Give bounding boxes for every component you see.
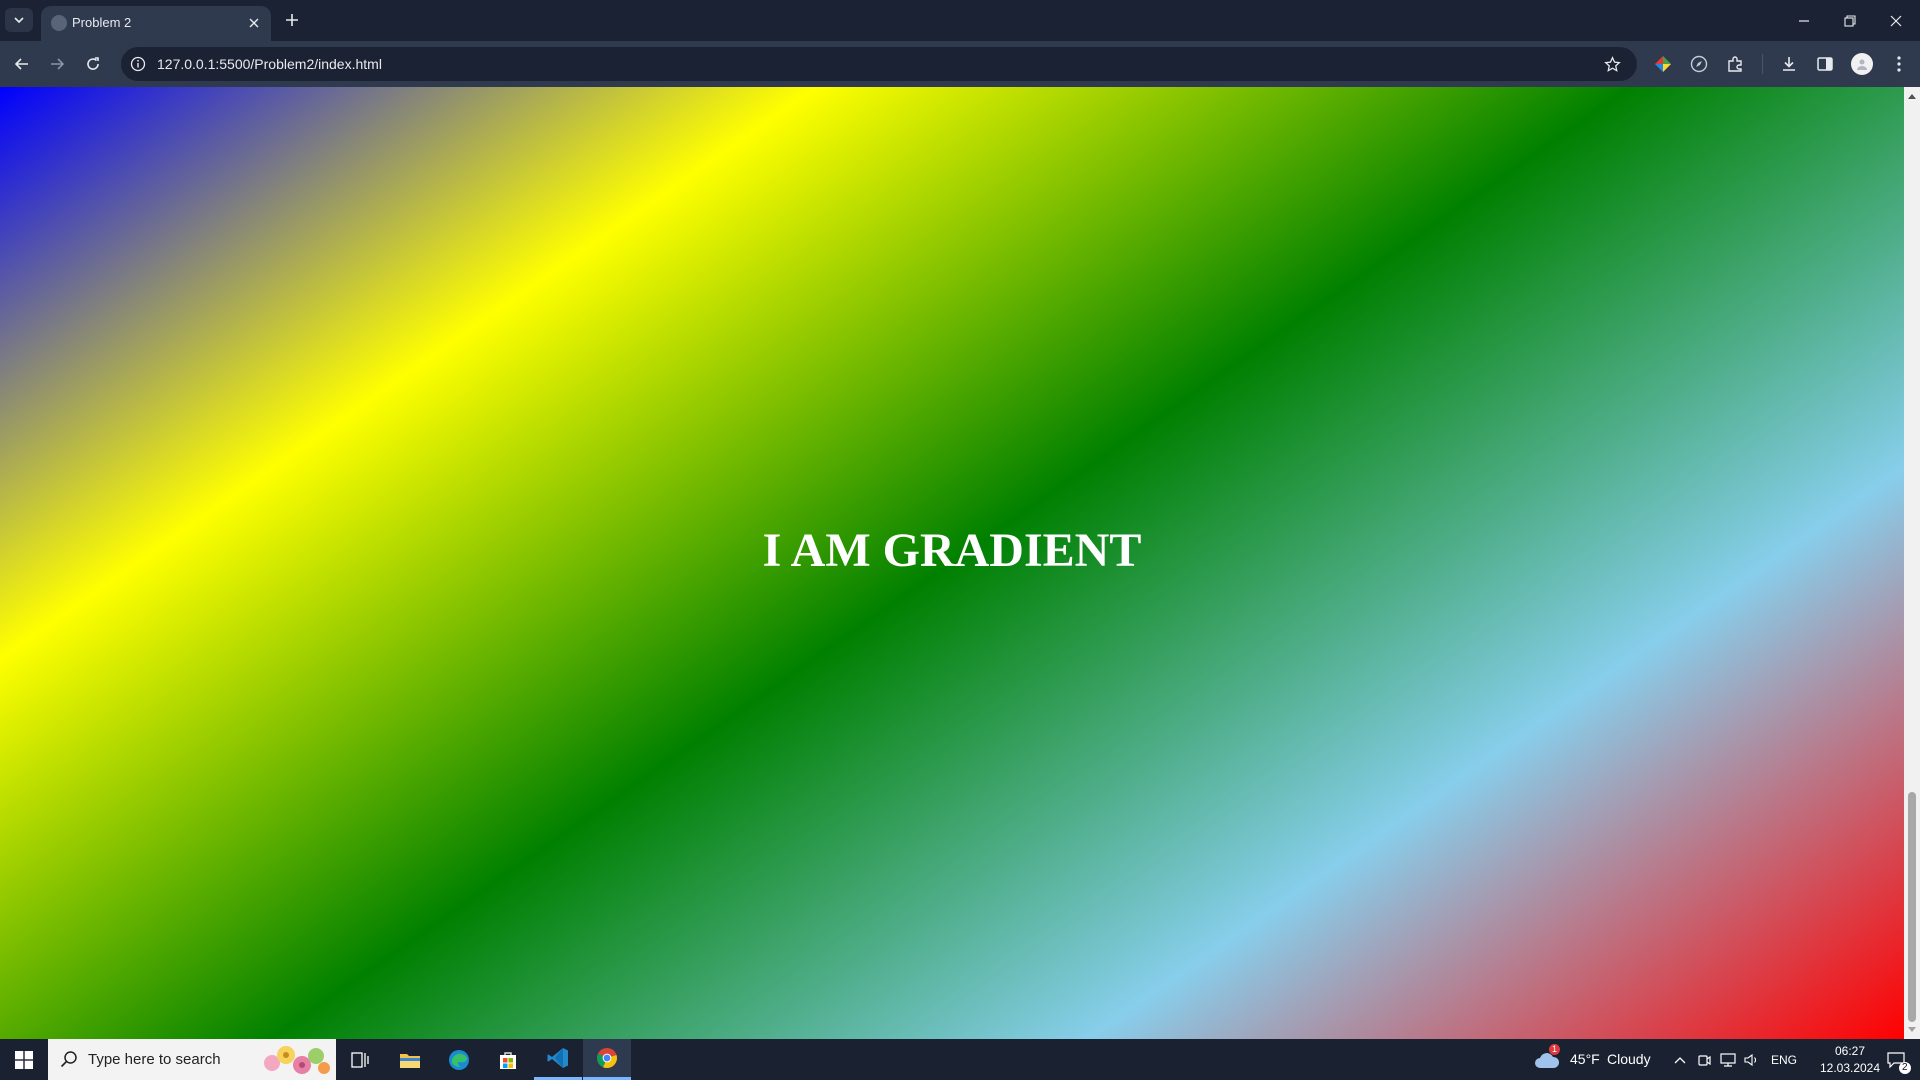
task-view-icon [351,1051,369,1068]
search-icon [60,1051,77,1068]
globe-icon [51,15,67,31]
arrow-left-icon [14,58,28,70]
close-icon [249,18,259,28]
notification-center-button[interactable] [1876,1039,1916,1080]
forward-button[interactable] [43,50,71,78]
tab-strip: Problem 2 [0,0,1920,41]
back-button[interactable] [8,50,36,78]
restore-button[interactable] [1827,0,1873,41]
scroll-down-arrow[interactable] [1904,1023,1920,1037]
notification-count-badge: 2 [1899,1062,1911,1074]
weather-alert-badge: 1 [1549,1044,1561,1055]
close-window-button[interactable] [1873,0,1919,41]
kebab-menu-icon [1897,56,1901,72]
compass-extension-icon[interactable] [1686,51,1712,77]
windows-logo-icon [15,1050,33,1069]
store-bag-icon [500,1051,516,1069]
side-panel-icon[interactable] [1812,51,1838,77]
minimize-icon [1799,19,1809,22]
profile-avatar[interactable] [1851,53,1873,75]
extensions-puzzle-icon[interactable] [1722,51,1748,77]
volume-icon[interactable] [1742,1039,1762,1080]
vscode-button[interactable] [534,1039,582,1080]
taskbar-search-box[interactable]: Type here to search [48,1039,336,1080]
chevron-down-icon [14,17,24,24]
plus-icon [286,14,298,26]
scrollbar-thumb[interactable] [1908,792,1916,1022]
color-picker-extension-icon[interactable] [1650,51,1676,77]
site-info-icon[interactable] [129,55,147,73]
page-viewport: I AM GRADIENT [0,87,1904,1039]
meet-now-icon[interactable] [1694,1039,1714,1080]
chrome-button[interactable] [583,1039,631,1080]
edge-browser-button[interactable] [435,1039,483,1080]
flowers-illustration-icon [264,1046,330,1074]
weather-temperature[interactable]: 45°F [1570,1051,1600,1068]
address-bar[interactable]: 127.0.0.1:5500/Problem2/index.html [121,47,1637,81]
show-hidden-icons-button[interactable] [1670,1039,1690,1080]
weather-widget[interactable] [1527,1039,1567,1080]
network-icon[interactable] [1718,1039,1738,1080]
file-explorer-button[interactable] [386,1039,434,1080]
weather-description[interactable]: Cloudy [1607,1051,1651,1068]
edge-icon [449,1049,469,1070]
tab-search-button[interactable] [5,8,33,32]
reload-icon [87,57,99,70]
browser-toolbar: 127.0.0.1:5500/Problem2/index.html [0,41,1920,87]
close-icon [1890,15,1902,26]
chevron-up-icon [1674,1056,1686,1063]
folder-icon [400,1053,420,1068]
vscode-icon [547,1048,568,1068]
clock-time[interactable]: 06:27 [1820,1043,1880,1059]
browser-menu-button[interactable] [1886,51,1912,77]
language-indicator[interactable]: ENG [1771,1052,1797,1068]
tab-close-button[interactable] [244,13,264,33]
page-heading: I AM GRADIENT [762,524,1142,577]
tab-title: Problem 2 [72,15,132,30]
restore-icon [1844,14,1856,27]
bookmark-star-icon[interactable] [1601,53,1623,75]
vertical-scrollbar[interactable] [1904,87,1920,1039]
minimize-button[interactable] [1781,0,1827,41]
search-placeholder: Type here to search [88,1051,221,1068]
microsoft-store-button[interactable] [484,1039,532,1080]
reload-button[interactable] [79,50,107,78]
toolbar-divider [1762,54,1763,74]
url-text[interactable]: 127.0.0.1:5500/Problem2/index.html [157,55,382,73]
start-button[interactable] [0,1039,48,1080]
windows-taskbar: Type here to search 1 45°F Cloudy ENG 06… [0,1039,1920,1080]
user-icon [1857,59,1867,70]
task-view-button[interactable] [336,1039,384,1080]
download-icon[interactable] [1776,51,1802,77]
browser-tab[interactable]: Problem 2 [41,6,271,41]
scroll-up-arrow[interactable] [1904,89,1920,103]
new-tab-button[interactable] [281,9,303,31]
arrow-right-icon [51,58,65,70]
chrome-icon [597,1048,617,1069]
